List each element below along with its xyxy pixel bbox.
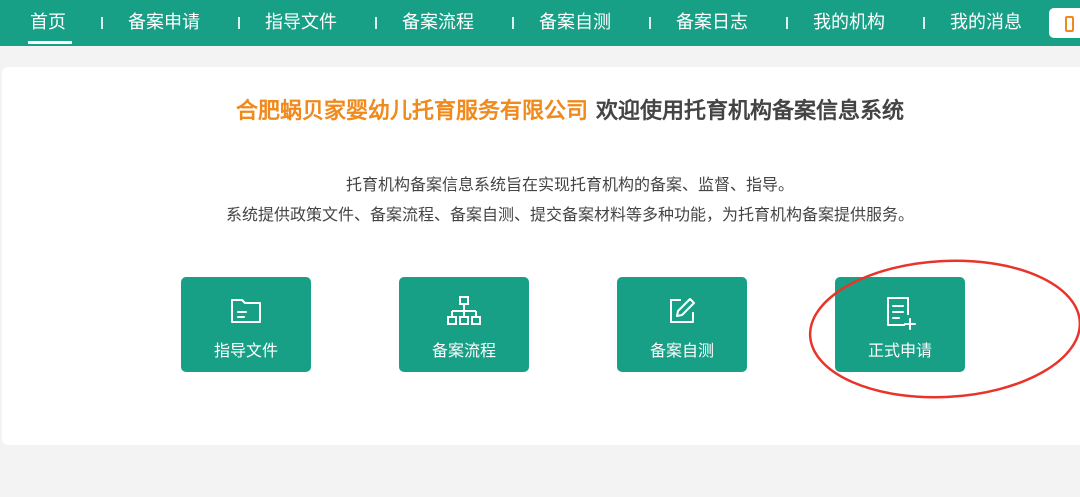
organization-name: 合肥蜗贝家婴幼儿托育服务有限公司 [235, 99, 588, 124]
filing-process-button[interactable]: 备案流程 [399, 277, 529, 372]
nav-separator [512, 17, 514, 29]
guidance-documents-button[interactable]: 指导文件 [181, 277, 311, 372]
nav-item-my-messages[interactable]: 我的消息 [950, 0, 1022, 46]
nav-item-self-test[interactable]: 备案自测 [539, 0, 611, 46]
sitemap-icon [447, 296, 481, 325]
nav-separator [375, 17, 377, 29]
nav-item-filing-process[interactable]: 备案流程 [402, 0, 474, 46]
welcome-heading: 合肥蜗贝家婴幼儿托育服务有限公司 欢迎使用托育机构备案信息系统 [0, 93, 1080, 125]
description-line-1: 托育机构备案信息系统旨在实现托育机构的备案、监督、指导。 [345, 175, 794, 194]
tile-label: 备案自测 [649, 341, 714, 360]
mobile-button[interactable] [1049, 8, 1080, 38]
nav-separator [101, 17, 103, 29]
tile-label: 备案流程 [431, 341, 496, 360]
nav-separator [786, 17, 788, 29]
nav-item-guidance-documents[interactable]: 指导文件 [265, 0, 337, 46]
self-test-button[interactable]: 备案自测 [617, 277, 747, 372]
tile-label: 正式申请 [867, 341, 932, 360]
phone-icon [1065, 16, 1074, 32]
top-navigation-bar: 首页 备案申请 指导文件 备案流程 备案自测 备案日志 我的机构 我的消息 [0, 0, 1080, 46]
nav-item-filing-log[interactable]: 备案日志 [676, 0, 748, 46]
nav-item-home[interactable]: 首页 [30, 0, 66, 46]
nav-separator [649, 17, 651, 29]
edit-icon [670, 298, 695, 323]
tile-label: 指导文件 [213, 341, 278, 360]
nav-separator [238, 17, 240, 29]
welcome-text: 欢迎使用托育机构备案信息系统 [596, 99, 905, 124]
formal-application-button[interactable]: 正式申请 [835, 277, 965, 372]
nav-item-filing-application[interactable]: 备案申请 [128, 0, 200, 46]
folder-icon [231, 299, 261, 323]
description-line-2: 系统提供政策文件、备案流程、备案自测、提交备案材料等多种功能，为托育机构备案提供… [225, 205, 914, 224]
active-tab-indicator [28, 41, 72, 44]
nav-separator [923, 17, 925, 29]
nav-item-my-institution[interactable]: 我的机构 [813, 0, 885, 46]
document-add-icon [887, 297, 916, 330]
